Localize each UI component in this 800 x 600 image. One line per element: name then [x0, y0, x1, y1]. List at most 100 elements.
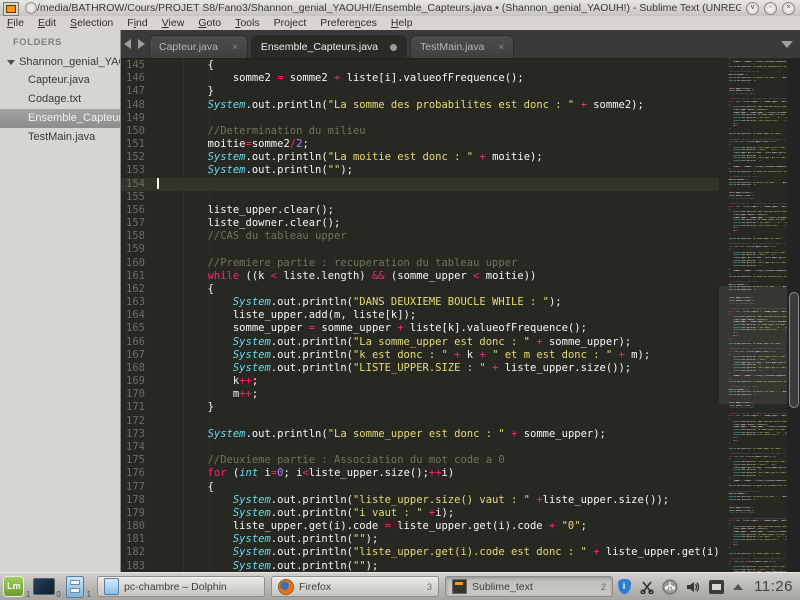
- code-line[interactable]: 176 for (int i=0; i<liste_upper.size();+…: [121, 467, 719, 480]
- code-line[interactable]: 182 System.out.println("liste_upper.get(…: [121, 546, 719, 559]
- tab-scroll-left-icon[interactable]: [124, 39, 131, 49]
- line-number[interactable]: 181: [121, 533, 157, 546]
- line-number[interactable]: 153: [121, 164, 157, 177]
- line-number[interactable]: 167: [121, 349, 157, 362]
- code-line[interactable]: 175 //Deuxieme partie : Association du m…: [121, 454, 719, 467]
- menu-selection[interactable]: Selection: [63, 16, 120, 30]
- line-number[interactable]: 175: [121, 454, 157, 467]
- line-number[interactable]: 158: [121, 230, 157, 243]
- line-number[interactable]: 172: [121, 415, 157, 428]
- volume-icon[interactable]: [685, 579, 701, 595]
- line-number[interactable]: 161: [121, 270, 157, 283]
- line-number[interactable]: 166: [121, 336, 157, 349]
- code-line[interactable]: 162 {: [121, 283, 719, 296]
- sidebar-item-ensemble_capteurs[interactable]: Ensemble_Capteurs: [0, 109, 120, 128]
- scrollbar-thumb[interactable]: [789, 292, 799, 408]
- clipboard-scissors-icon[interactable]: [639, 579, 655, 595]
- code-line[interactable]: 147 }: [121, 85, 719, 98]
- code-line[interactable]: 150 //Determination du milieu: [121, 125, 719, 138]
- tab-testmain.java[interactable]: TestMain.java×: [410, 35, 514, 58]
- menu-tools[interactable]: Tools: [228, 16, 267, 30]
- line-number[interactable]: 151: [121, 138, 157, 151]
- code-line[interactable]: 170 m++;: [121, 388, 719, 401]
- mint-menu-button[interactable]: Lm: [3, 576, 25, 598]
- line-number[interactable]: 155: [121, 191, 157, 204]
- minimize-button[interactable]: ∨: [746, 2, 759, 15]
- code-line[interactable]: 177 {: [121, 481, 719, 494]
- line-number[interactable]: 146: [121, 72, 157, 85]
- code-line[interactable]: 155: [121, 191, 719, 204]
- line-number[interactable]: 178: [121, 494, 157, 507]
- line-number[interactable]: 150: [121, 125, 157, 138]
- menu-goto[interactable]: Goto: [191, 16, 228, 30]
- device-notifier-icon[interactable]: [662, 579, 678, 595]
- pin-window-button[interactable]: [25, 2, 37, 14]
- menu-find[interactable]: Find: [120, 16, 154, 30]
- line-number[interactable]: 180: [121, 520, 157, 533]
- menu-project[interactable]: Project: [267, 16, 314, 30]
- code-line[interactable]: 168 System.out.println("LISTE_UPPER.SIZE…: [121, 362, 719, 375]
- panel-expander-icon[interactable]: [733, 584, 743, 590]
- minimap[interactable]: { somme2 = somme2 + liste[i].valueofFreq…: [719, 58, 787, 572]
- line-number[interactable]: 149: [121, 112, 157, 125]
- line-number[interactable]: 148: [121, 99, 157, 112]
- minimap-viewport[interactable]: [719, 286, 787, 404]
- task-dolphin[interactable]: pc-chambre – Dolphin: [97, 576, 265, 597]
- line-number[interactable]: 159: [121, 243, 157, 256]
- tab-scroll-right-icon[interactable]: [138, 39, 145, 49]
- tab-capteur.java[interactable]: Capteur.java×: [149, 35, 248, 58]
- code-area[interactable]: 145 {146 somme2 = somme2 + liste[i].valu…: [121, 58, 800, 572]
- code-line[interactable]: 159: [121, 243, 719, 256]
- code-line[interactable]: 166 System.out.println("La somme_upper e…: [121, 336, 719, 349]
- line-number[interactable]: 165: [121, 322, 157, 335]
- code-line[interactable]: 171 }: [121, 401, 719, 414]
- menu-edit[interactable]: Edit: [31, 16, 63, 30]
- code-line[interactable]: 161 while ((k < liste.length) && (somme_…: [121, 270, 719, 283]
- code-line[interactable]: 146 somme2 = somme2 + liste[i].valueofFr…: [121, 72, 719, 85]
- code-line[interactable]: 157 liste_downer.clear();: [121, 217, 719, 230]
- menu-file[interactable]: File: [0, 16, 31, 30]
- line-number[interactable]: 177: [121, 481, 157, 494]
- code-line[interactable]: 149: [121, 112, 719, 125]
- code-line[interactable]: 160 //Premiere partie : recuperation du …: [121, 257, 719, 270]
- code-line[interactable]: 167 System.out.println("k est donc : " +…: [121, 349, 719, 362]
- code-line[interactable]: 151 moitie=somme2/2;: [121, 138, 719, 151]
- line-number[interactable]: 176: [121, 467, 157, 480]
- line-number[interactable]: 164: [121, 309, 157, 322]
- menu-view[interactable]: View: [155, 16, 192, 30]
- code-line[interactable]: 183 System.out.println("");: [121, 560, 719, 572]
- code-line[interactable]: 180 liste_upper.get(i).code = liste_uppe…: [121, 520, 719, 533]
- menu-preferences[interactable]: Preferences: [313, 16, 384, 30]
- line-number[interactable]: 160: [121, 257, 157, 270]
- code-line[interactable]: 158 //CAS du tableau upper: [121, 230, 719, 243]
- line-number[interactable]: 147: [121, 85, 157, 98]
- line-number[interactable]: 152: [121, 151, 157, 164]
- code-line[interactable]: 145 {: [121, 59, 719, 72]
- code-line[interactable]: 179 System.out.println("i vaut : " +i);: [121, 507, 719, 520]
- window-titlebar[interactable]: /media/BATHROW/Cours/PROJET S8/Fano3/Sha…: [0, 0, 800, 17]
- line-number[interactable]: 183: [121, 560, 157, 572]
- sidebar-item-codage.txt[interactable]: Codage.txt: [0, 90, 120, 109]
- code-line[interactable]: 154: [121, 178, 719, 191]
- line-number[interactable]: 162: [121, 283, 157, 296]
- sidebar-item-capteur.java[interactable]: Capteur.java: [0, 71, 120, 90]
- code-lines[interactable]: 145 {146 somme2 = somme2 + liste[i].valu…: [121, 59, 719, 572]
- vertical-scrollbar[interactable]: [787, 58, 800, 572]
- line-number[interactable]: 168: [121, 362, 157, 375]
- code-line[interactable]: 164 liste_upper.add(m, liste[k]);: [121, 309, 719, 322]
- code-line[interactable]: 169 k++;: [121, 375, 719, 388]
- line-number[interactable]: 169: [121, 375, 157, 388]
- code-line[interactable]: 181 System.out.println("");: [121, 533, 719, 546]
- line-number[interactable]: 154: [121, 178, 157, 191]
- code-line[interactable]: 153 System.out.println("");: [121, 164, 719, 177]
- task-firefox[interactable]: Firefox 3: [271, 576, 439, 597]
- line-number[interactable]: 156: [121, 204, 157, 217]
- line-number[interactable]: 170: [121, 388, 157, 401]
- code-line[interactable]: 152 System.out.println("La moitie est do…: [121, 151, 719, 164]
- menu-help[interactable]: Help: [384, 16, 420, 30]
- code-line[interactable]: 172: [121, 415, 719, 428]
- line-number[interactable]: 145: [121, 59, 157, 72]
- line-number[interactable]: 163: [121, 296, 157, 309]
- line-number[interactable]: 171: [121, 401, 157, 414]
- code-line[interactable]: 156 liste_upper.clear();: [121, 204, 719, 217]
